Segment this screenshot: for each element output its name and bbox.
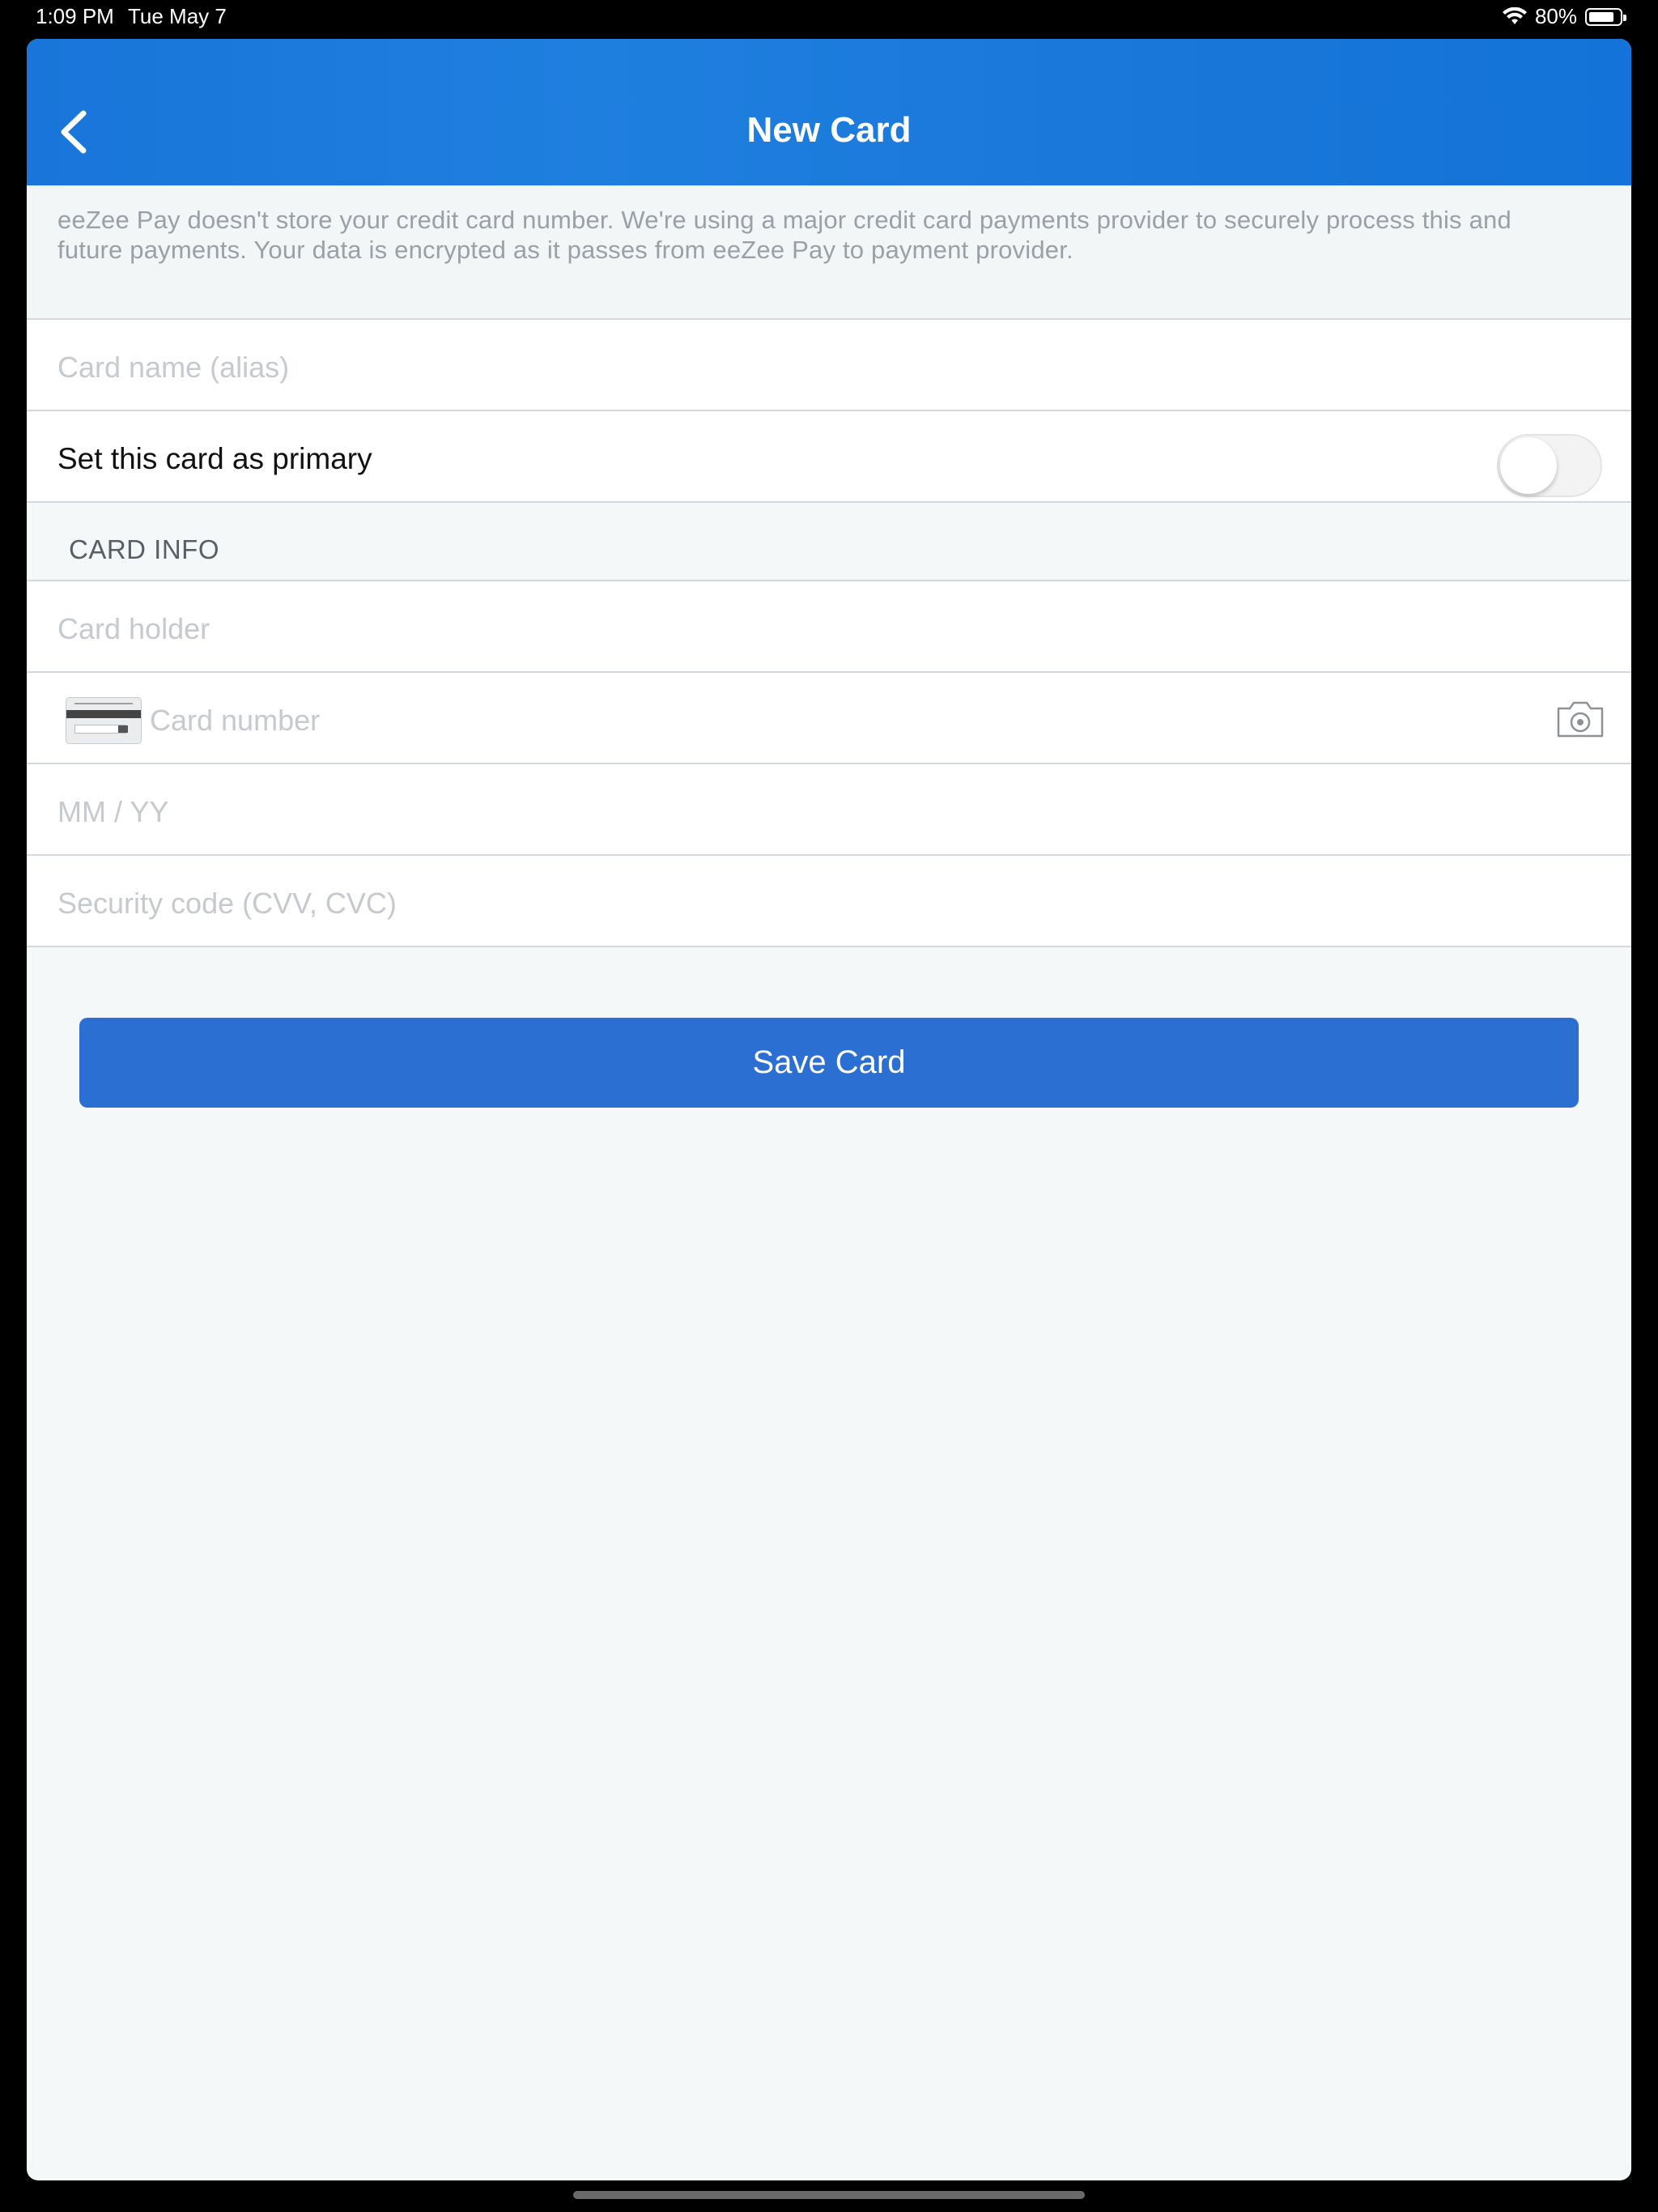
primary-card-toggle[interactable] <box>1497 434 1602 497</box>
battery-icon <box>1585 7 1626 26</box>
card-number-placeholder: Card number <box>150 704 321 737</box>
wifi-icon <box>1502 6 1527 24</box>
status-bar: 1:09 PM Tue May 7 80% <box>0 0 1658 39</box>
toggle-knob <box>1500 437 1557 494</box>
card-info-heading: CARD INFO <box>69 534 219 564</box>
card-alias-field[interactable]: Card name (alias) <box>27 320 1631 411</box>
page-title: New Card <box>746 110 912 150</box>
primary-card-row: Set this card as primary <box>27 411 1631 503</box>
credit-card-back-icon <box>66 697 142 744</box>
app-window: New Card eeZee Pay doesn't store your cr… <box>27 39 1631 2180</box>
security-code-field[interactable]: Security code (CVV, CVC) <box>27 856 1631 947</box>
nav-bar: New Card <box>27 39 1631 185</box>
card-holder-field[interactable]: Card holder <box>27 580 1631 673</box>
battery-percent: 80% <box>1534 4 1577 28</box>
expiry-field[interactable]: MM / YY <box>27 764 1631 856</box>
status-right: 80% <box>1502 4 1626 29</box>
camera-icon[interactable] <box>1555 699 1605 739</box>
status-time: 1:09 PM <box>36 4 114 28</box>
status-date: Tue May 7 <box>128 4 227 28</box>
card-holder-placeholder: Card holder <box>57 612 210 645</box>
battery-fill <box>1589 11 1613 22</box>
home-indicator[interactable] <box>573 2191 1085 2199</box>
security-code-placeholder: Security code (CVV, CVC) <box>57 887 397 920</box>
card-alias-placeholder: Card name (alias) <box>57 351 290 384</box>
primary-card-label: Set this card as primary <box>57 442 372 475</box>
security-notice-text: eeZee Pay doesn't store your credit card… <box>57 206 1511 264</box>
security-notice: eeZee Pay doesn't store your credit card… <box>27 185 1631 320</box>
expiry-placeholder: MM / YY <box>57 795 169 828</box>
save-card-button[interactable]: Save Card <box>79 1018 1579 1108</box>
card-number-field[interactable]: Card number <box>27 673 1631 764</box>
